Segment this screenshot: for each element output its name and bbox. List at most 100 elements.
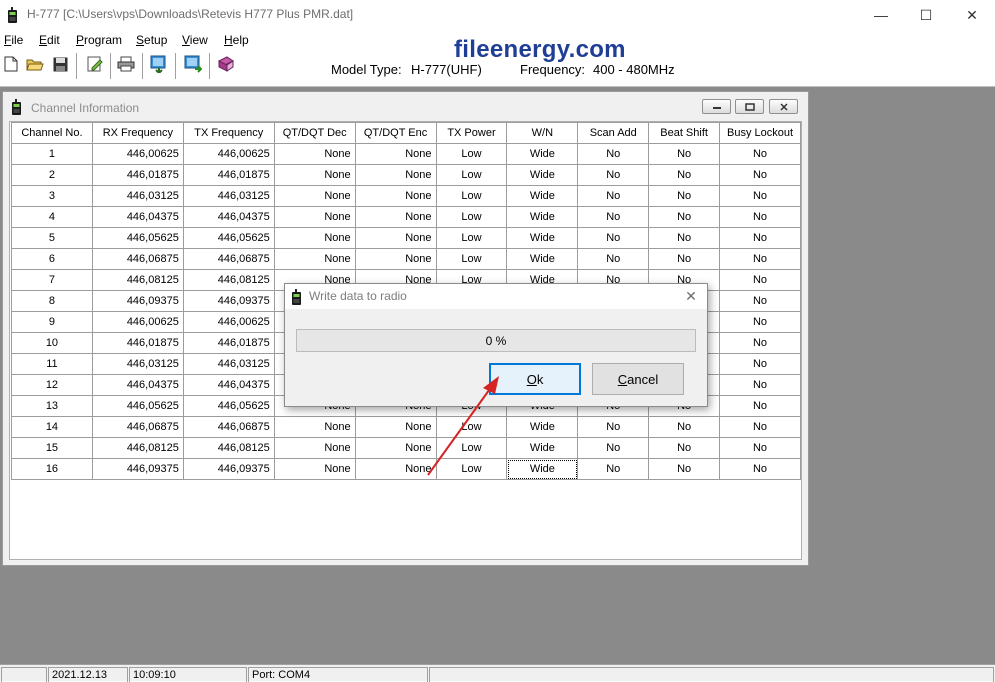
table-cell[interactable]: 1 — [11, 143, 93, 165]
table-cell[interactable]: No — [719, 311, 801, 333]
table-cell[interactable]: No — [648, 206, 721, 228]
table-cell[interactable]: None — [354, 164, 437, 186]
menu-help[interactable]: Help — [224, 33, 249, 47]
table-cell[interactable]: 4 — [11, 206, 93, 228]
read-from-radio-icon[interactable] — [148, 53, 170, 75]
table-cell[interactable]: Wide — [506, 164, 579, 186]
table-cell[interactable]: 446,05625 — [182, 395, 275, 417]
table-cell[interactable]: 11 — [11, 353, 93, 375]
table-cell[interactable]: None — [354, 185, 437, 207]
table-cell[interactable]: 446,08125 — [91, 437, 184, 459]
table-cell[interactable]: No — [577, 437, 650, 459]
table-cell[interactable]: 3 — [11, 185, 93, 207]
table-cell[interactable]: 446,06875 — [91, 416, 184, 438]
menu-program[interactable]: Program — [76, 33, 122, 47]
table-cell[interactable]: 446,05625 — [182, 227, 275, 249]
table-cell[interactable]: Low — [435, 416, 508, 438]
table-cell[interactable]: None — [273, 206, 356, 228]
table-cell[interactable]: None — [273, 248, 356, 270]
open-folder-icon[interactable] — [24, 53, 46, 75]
column-header[interactable]: Channel No. — [11, 122, 93, 144]
table-cell[interactable]: None — [273, 437, 356, 459]
table-cell[interactable]: 446,08125 — [182, 437, 275, 459]
child-restore-button[interactable] — [735, 99, 764, 114]
table-cell[interactable]: 446,03125 — [91, 185, 184, 207]
table-cell[interactable]: Wide — [506, 185, 579, 207]
table-cell[interactable]: No — [648, 416, 721, 438]
table-cell[interactable]: 446,06875 — [182, 416, 275, 438]
table-cell[interactable]: No — [577, 143, 650, 165]
table-cell[interactable]: 446,01875 — [91, 332, 184, 354]
table-cell[interactable]: 446,00625 — [91, 143, 184, 165]
help-book-icon[interactable] — [215, 53, 237, 75]
table-cell[interactable]: No — [719, 353, 801, 375]
table-cell[interactable]: Wide — [506, 458, 579, 480]
table-cell[interactable]: Low — [435, 437, 508, 459]
menu-edit[interactable]: Edit — [39, 33, 60, 47]
table-cell[interactable]: Low — [435, 227, 508, 249]
column-header[interactable]: Beat Shift — [648, 122, 721, 144]
table-cell[interactable]: No — [648, 143, 721, 165]
table-cell[interactable]: No — [648, 458, 721, 480]
table-cell[interactable]: None — [354, 437, 437, 459]
table-cell[interactable]: 446,03125 — [91, 353, 184, 375]
table-cell[interactable]: 446,08125 — [182, 269, 275, 291]
table-cell[interactable]: 2 — [11, 164, 93, 186]
table-cell[interactable]: None — [273, 227, 356, 249]
minimize-button[interactable]: — — [858, 0, 904, 30]
table-cell[interactable]: No — [719, 374, 801, 396]
edit-note-icon[interactable] — [84, 53, 106, 75]
table-cell[interactable]: No — [648, 164, 721, 186]
child-minimize-button[interactable] — [702, 99, 731, 114]
table-cell[interactable]: 446,04375 — [182, 374, 275, 396]
save-disk-icon[interactable] — [49, 53, 71, 75]
table-cell[interactable]: No — [577, 206, 650, 228]
table-cell[interactable]: No — [719, 185, 801, 207]
table-cell[interactable]: 446,04375 — [91, 206, 184, 228]
table-cell[interactable]: No — [648, 227, 721, 249]
table-cell[interactable]: No — [719, 395, 801, 417]
dialog-close-button[interactable]: ✕ — [681, 287, 701, 305]
table-cell[interactable]: Low — [435, 206, 508, 228]
table-cell[interactable]: Wide — [506, 416, 579, 438]
table-cell[interactable]: Low — [435, 458, 508, 480]
table-cell[interactable]: 5 — [11, 227, 93, 249]
table-cell[interactable]: No — [577, 227, 650, 249]
table-cell[interactable]: 446,00625 — [91, 311, 184, 333]
table-cell[interactable]: No — [577, 164, 650, 186]
table-cell[interactable]: 15 — [11, 437, 93, 459]
table-cell[interactable]: No — [577, 185, 650, 207]
new-file-icon[interactable] — [0, 53, 22, 75]
table-cell[interactable]: None — [354, 458, 437, 480]
menu-view[interactable]: View — [182, 33, 208, 47]
print-icon[interactable] — [115, 53, 137, 75]
table-cell[interactable]: No — [719, 143, 801, 165]
table-cell[interactable]: 446,06875 — [182, 248, 275, 270]
table-cell[interactable]: No — [719, 290, 801, 312]
table-cell[interactable]: 446,08125 — [91, 269, 184, 291]
child-close-button[interactable] — [769, 99, 798, 114]
table-cell[interactable]: None — [354, 248, 437, 270]
table-cell[interactable]: Low — [435, 185, 508, 207]
table-cell[interactable]: 446,06875 — [91, 248, 184, 270]
table-cell[interactable]: Wide — [506, 248, 579, 270]
table-cell[interactable]: No — [719, 164, 801, 186]
column-header[interactable]: W/N — [506, 122, 579, 144]
table-cell[interactable]: No — [577, 458, 650, 480]
table-cell[interactable]: No — [719, 269, 801, 291]
table-cell[interactable]: 13 — [11, 395, 93, 417]
table-cell[interactable]: No — [719, 437, 801, 459]
cancel-button[interactable]: Cancel — [592, 363, 684, 395]
table-cell[interactable]: 446,04375 — [182, 206, 275, 228]
table-cell[interactable]: 446,04375 — [91, 374, 184, 396]
table-cell[interactable]: 446,09375 — [182, 290, 275, 312]
table-cell[interactable]: No — [719, 332, 801, 354]
write-to-radio-icon[interactable] — [182, 53, 204, 75]
table-cell[interactable]: Low — [435, 164, 508, 186]
table-cell[interactable]: Wide — [506, 206, 579, 228]
table-cell[interactable]: No — [719, 248, 801, 270]
table-cell[interactable]: Low — [435, 248, 508, 270]
table-cell[interactable]: No — [719, 416, 801, 438]
table-cell[interactable]: None — [354, 227, 437, 249]
table-cell[interactable]: 446,03125 — [182, 353, 275, 375]
